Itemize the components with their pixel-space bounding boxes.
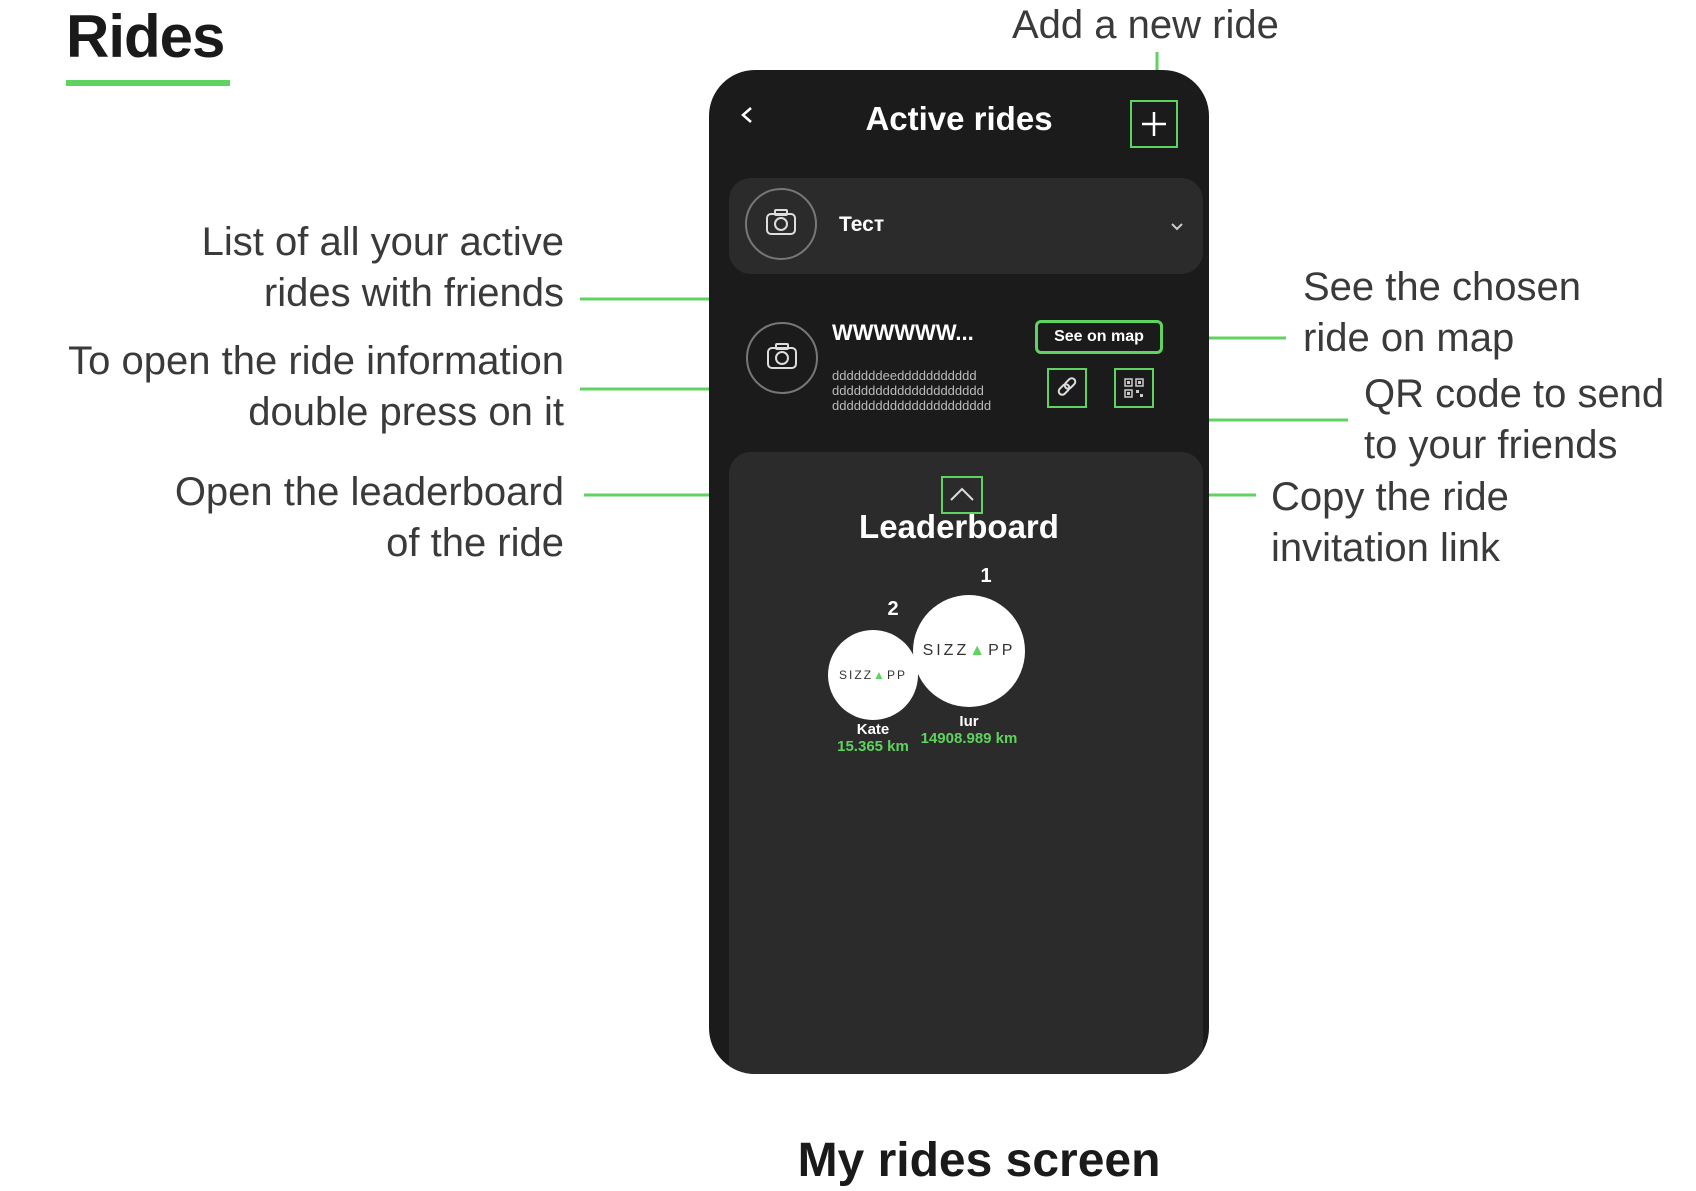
ride-description-line: ddddddddddddddddddddd — [832, 383, 984, 398]
annotation-ride-list-line2: rides with friends — [263, 271, 564, 315]
annotation-leaderboard: Open the leaderboard of the ride — [0, 467, 564, 569]
ride-description: dddddddeeddddddddddd ddddddddddddddddddd… — [832, 368, 1012, 413]
annotation-copy-link-line1: Copy the ride — [1271, 475, 1509, 519]
ride-avatar — [745, 188, 817, 260]
annotation-copy-link: Copy the ride invitation link — [1271, 472, 1509, 574]
ride-avatar — [746, 322, 818, 394]
avatar-logo-triangle: ▲ — [969, 642, 989, 659]
chevron-up-icon — [950, 487, 974, 501]
phone-screen: Active rides Тест WWWWWW... dddddddeeddd… — [709, 70, 1209, 1074]
ride-name: WWWWWW... — [832, 320, 974, 345]
qr-code-icon — [1124, 378, 1144, 398]
avatar-logo-text: SIZZ — [922, 642, 970, 659]
leaderboard-title: Leaderboard — [859, 508, 1059, 545]
annotation-see-map-line1: See the chosen — [1303, 265, 1581, 309]
ride-description-line: dddddddddddddddddddddd — [832, 398, 992, 413]
annotation-copy-link-line2: invitation link — [1271, 526, 1501, 570]
annotation-qr-code-line1: QR code to send — [1364, 372, 1665, 416]
avatar-logo-text: SIZZ — [839, 668, 874, 682]
copy-link-button[interactable] — [1047, 368, 1087, 408]
leaderboard-rank: 1 — [980, 565, 992, 587]
annotation-see-map: See the chosen ride on map — [1303, 262, 1581, 364]
leaderboard-user-name: Kate — [856, 721, 890, 738]
qr-code-button[interactable] — [1114, 368, 1154, 408]
annotation-ride-list: List of all your active rides with frien… — [0, 217, 564, 319]
avatar-logo-triangle: ▲ — [873, 668, 887, 682]
camera-icon — [767, 343, 797, 369]
ride-description-line: dddddddeeddddddddddd — [832, 368, 977, 383]
annotation-see-map-line2: ride on map — [1303, 316, 1515, 360]
link-icon — [1057, 377, 1077, 396]
leaderboard-rank: 2 — [887, 598, 899, 620]
leaderboard-avatar: SIZZ ▲ PP — [828, 630, 918, 720]
see-on-map-button[interactable]: See on map — [1035, 320, 1163, 354]
annotation-open-ride-line1: To open the ride information — [68, 339, 564, 383]
annotation-ride-list-line1: List of all your active — [201, 220, 564, 264]
annotation-leaderboard-line2: of the ride — [386, 521, 564, 565]
avatar-logo-text: PP — [988, 642, 1016, 659]
annotation-qr-code: QR code to send to your friends — [1364, 369, 1664, 471]
annotation-qr-code-line2: to your friends — [1364, 423, 1618, 467]
chevron-down-icon[interactable] — [1169, 218, 1185, 234]
annotation-add-ride: Add a new ride — [1012, 3, 1279, 47]
screen-caption: My rides screen — [797, 1134, 1161, 1187]
avatar-logo-text: PP — [886, 668, 907, 682]
annotation-leaderboard-line1: Open the leaderboard — [174, 470, 564, 514]
add-ride-button[interactable] — [1130, 100, 1178, 148]
ride-name: Тест — [839, 213, 885, 236]
annotation-open-ride-line2: double press on it — [248, 390, 564, 434]
annotation-open-ride: To open the ride information double pres… — [0, 336, 564, 438]
ride-card[interactable]: Тест — [729, 178, 1203, 274]
plus-icon — [1142, 112, 1166, 136]
camera-icon — [766, 209, 796, 235]
leaderboard-user-distance: 15.365 km — [837, 738, 909, 755]
leaderboard-avatar: SIZZ ▲ PP — [913, 595, 1025, 707]
